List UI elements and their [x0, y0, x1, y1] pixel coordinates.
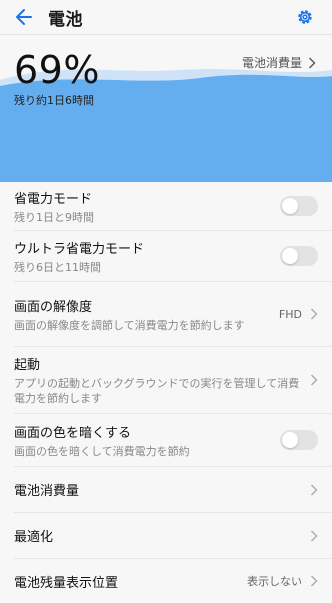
- row-power-saving[interactable]: 省電力モード 残り1日と9時間: [0, 182, 332, 230]
- toggle-knob: [282, 432, 298, 448]
- battery-percent: 69%: [14, 48, 100, 92]
- settings-list: 省電力モード 残り1日と9時間 ウルトラ省電力モード 残り6日と11時間 画面の…: [0, 182, 332, 603]
- row-app-launch[interactable]: 起動 アプリの起動とバックグラウンドでの実行を管理して消費電力を節約します: [0, 347, 332, 413]
- arrow-back-icon: [16, 9, 32, 25]
- row-label: 起動: [14, 358, 41, 373]
- chevron-right-icon: [311, 484, 318, 495]
- row-label: ウルトラ省電力モード: [14, 241, 145, 257]
- toggle-knob: [282, 248, 298, 264]
- row-battery-display-position[interactable]: 電池残量表示位置 表示しない: [0, 559, 332, 603]
- row-label: 電池消費量: [14, 484, 80, 499]
- row-sub: 残り6日と11時間: [14, 260, 101, 274]
- chevron-right-icon: [311, 374, 318, 386]
- row-battery-usage[interactable]: 電池消費量: [0, 467, 332, 512]
- row-sub: 画面の色を暗くして消費電力を節約: [14, 444, 190, 458]
- dim-colors-toggle[interactable]: [280, 430, 318, 450]
- chevron-right-icon: [311, 575, 318, 587]
- battery-remaining-time: 残り約1日6時間: [14, 94, 94, 107]
- app-bar: 電池: [0, 0, 332, 34]
- row-sub: 画面の解像度を調節して消費電力を節約します: [14, 318, 245, 332]
- battery-display-value: 表示しない: [247, 575, 302, 588]
- row-label: 電池残量表示位置: [14, 575, 119, 591]
- page-title: 電池: [48, 9, 83, 30]
- toggle-knob: [282, 198, 298, 214]
- row-screen-resolution[interactable]: 画面の解像度 画面の解像度を調節して消費電力を節約します FHD: [0, 282, 332, 346]
- power-saving-toggle[interactable]: [280, 196, 318, 216]
- gear-icon: [298, 10, 312, 24]
- chevron-right-icon: [311, 530, 318, 541]
- row-label: 画面の色を暗くする: [14, 425, 132, 441]
- resolution-value: FHD: [278, 307, 302, 321]
- battery-usage-link-label: 電池消費量: [241, 56, 302, 70]
- row-dim-screen-colors[interactable]: 画面の色を暗くする 画面の色を暗くして消費電力を節約: [0, 414, 332, 466]
- row-label: 最適化: [14, 530, 54, 545]
- chevron-right-icon: [309, 57, 316, 68]
- battery-usage-link[interactable]: 電池消費量: [242, 54, 316, 71]
- row-ultra-power-saving[interactable]: ウルトラ省電力モード 残り6日と11時間: [0, 231, 332, 281]
- row-label: 画面の解像度: [14, 299, 93, 315]
- row-sub: 残り1日と9時間: [14, 210, 94, 224]
- row-optimize[interactable]: 最適化: [0, 513, 332, 558]
- row-sub: アプリの起動とバックグラウンドでの実行を管理して消費電力を節約します: [14, 377, 300, 405]
- ultra-power-saving-toggle[interactable]: [280, 246, 318, 266]
- app-bar-divider: [0, 34, 332, 35]
- back-button[interactable]: [10, 3, 38, 31]
- row-label: 省電力モード: [14, 191, 93, 207]
- settings-button[interactable]: [292, 4, 318, 30]
- chevron-right-icon: [311, 308, 318, 320]
